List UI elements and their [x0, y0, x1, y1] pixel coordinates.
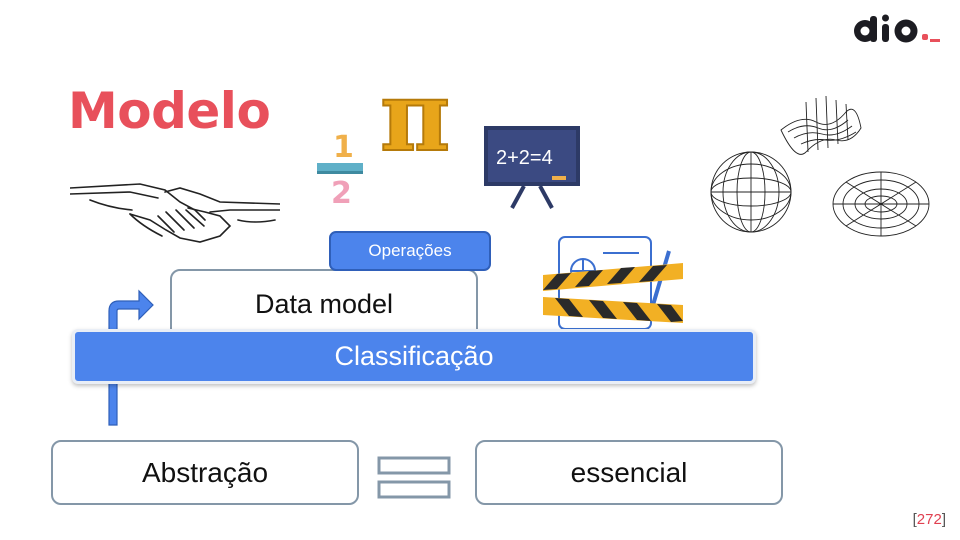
essential-label: essencial — [570, 456, 688, 488]
handshake-illustration — [69, 180, 281, 253]
pi-illustration: π — [378, 59, 468, 175]
page-number: [272] — [912, 511, 946, 528]
operations-tag: Operações — [329, 231, 491, 271]
classification-bar: Classificação — [72, 329, 756, 384]
abstraction-box: Abstração — [51, 440, 359, 505]
equals-icon — [377, 456, 451, 505]
essential-box: essencial — [475, 440, 783, 505]
wireframe-surface — [780, 95, 862, 155]
page-number-value: 272 — [916, 511, 942, 528]
fraction-numerator: 1 — [333, 130, 354, 165]
fraction-illustration: 1 2 — [313, 125, 373, 212]
board-equation: 2+2=4 — [496, 147, 553, 169]
operations-label: Operações — [368, 241, 452, 260]
fraction-denominator: 2 — [331, 176, 352, 207]
dio-logo — [852, 12, 944, 57]
slide-title: Modelo — [68, 82, 271, 140]
wireframe-sphere — [710, 151, 792, 233]
data-model-label: Data model — [254, 289, 394, 319]
under-construction-illustration — [543, 235, 688, 335]
abstraction-label: Abstração — [141, 456, 269, 488]
blackboard-illustration: 2+2=4 — [482, 124, 582, 215]
classification-label: Classificação — [334, 341, 494, 371]
wireframe-torus — [832, 171, 930, 237]
pi-symbol: π — [380, 70, 450, 170]
wireframe-shapes-illustration — [706, 92, 938, 247]
